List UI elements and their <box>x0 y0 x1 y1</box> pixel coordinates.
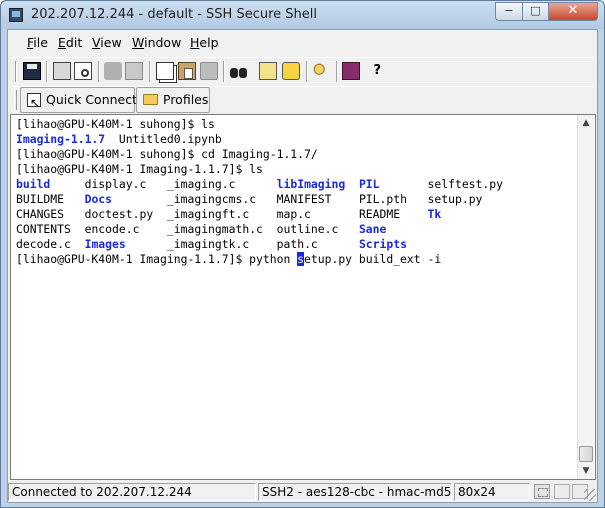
directory-entry: Scripts <box>358 237 407 251</box>
terminal-line: BUILDME Docs _imagingcms.c MANIFEST PIL.… <box>16 192 483 206</box>
menu-file-rest: ile <box>33 35 48 50</box>
toolbar-grip <box>15 61 17 82</box>
directory-entry: Imaging-1.1.7 <box>16 132 106 146</box>
ssh-app-icon <box>9 8 23 22</box>
menu-window-rest: indow <box>144 35 182 50</box>
profile-settings-icon[interactable] <box>282 62 300 80</box>
menu-help-mnemonic: H <box>190 35 200 50</box>
menu-edit-rest: dit <box>65 35 83 50</box>
menu-window-mnemonic: W <box>132 35 145 50</box>
menu-edit[interactable]: Edit <box>58 35 82 50</box>
menu-help-rest: elp <box>199 35 219 50</box>
quick-connect-label: Quick Connect <box>46 92 138 107</box>
save-icon[interactable] <box>23 62 41 80</box>
toolbar-separator <box>46 61 48 82</box>
vertical-scrollbar[interactable]: ▲ ▼ <box>577 115 594 479</box>
toolbar-separator <box>149 61 151 82</box>
menu-view-rest: iew <box>100 35 122 50</box>
menu-window[interactable]: Window <box>132 35 181 50</box>
terminal-size: 80x24 <box>454 483 530 501</box>
terminal-line: CONTENTS encode.c _imagingmath.c outline… <box>16 222 387 236</box>
title-bar[interactable]: 202.207.12.244 - default - SSH Secure Sh… <box>1 1 604 29</box>
toolbar-separator <box>306 61 308 82</box>
close-button[interactable]: ✕ <box>548 2 598 21</box>
copy-icon[interactable] <box>156 62 174 80</box>
terminal-line: [lihao@GPU-K40M-1 suhong]$ ls <box>16 117 215 131</box>
toolbar-separator <box>223 61 225 82</box>
directory-entry: Tk <box>427 207 442 221</box>
ssh-window: 202.207.12.244 - default - SSH Secure Sh… <box>0 0 605 508</box>
profiles-button[interactable]: Profiles <box>136 87 210 113</box>
menu-edit-mnemonic: E <box>58 35 66 50</box>
profiles-label: Profiles <box>163 92 209 107</box>
terminal-line: CHANGES doctest.py _imagingft.c map.c RE… <box>16 207 442 221</box>
quick-connect-bar: Quick Connect Profiles <box>12 86 593 115</box>
scroll-up-icon[interactable]: ▲ <box>578 115 594 131</box>
client-area: File Edit View Window Help ? ↖Quick Conn… <box>7 29 598 503</box>
terminal-line: [lihao@GPU-K40M-1 Imaging-1.1.7]$ ls <box>16 162 263 176</box>
terminal-output: [lihao@GPU-K40M-1 suhong]$ ls Imaging-1.1… <box>16 117 503 267</box>
status-panel-icon <box>554 484 570 499</box>
print-preview-icon[interactable] <box>74 62 92 80</box>
connect-icon[interactable] <box>125 62 143 80</box>
print-icon[interactable] <box>53 62 71 80</box>
terminal-cursor: s <box>297 252 305 266</box>
paste-disabled-icon[interactable] <box>200 62 218 80</box>
menu-view[interactable]: View <box>92 35 122 50</box>
scrollbar-thumb[interactable] <box>579 446 593 462</box>
terminal-line: [lihao@GPU-K40M-1 Imaging-1.1.7]$ python… <box>16 252 442 266</box>
settings-icon[interactable] <box>259 62 277 80</box>
terminal-line: decode.c Images _imagingtk.c path.c Scri… <box>16 237 407 251</box>
menu-help[interactable]: Help <box>190 35 219 50</box>
quick-connect-icon <box>27 91 41 115</box>
help-book-icon[interactable] <box>342 62 360 80</box>
menu-file[interactable]: File <box>27 35 48 50</box>
security-lock-icon <box>534 484 550 499</box>
directory-entry: libImaging <box>276 177 346 191</box>
terminal-view[interactable]: [lihao@GPU-K40M-1 suhong]$ ls Imaging-1.1… <box>10 114 596 480</box>
quick-connect-button[interactable]: Quick Connect <box>20 87 138 115</box>
directory-entry: Docs <box>84 192 113 206</box>
terminal-line: [lihao@GPU-K40M-1 suhong]$ cd Imaging-1.… <box>16 147 318 161</box>
keys-icon[interactable] <box>312 62 330 80</box>
disconnected-icon[interactable] <box>104 62 122 80</box>
toolbar-separator <box>98 61 100 82</box>
directory-entry: build <box>16 177 51 191</box>
window-title: 202.207.12.244 - default - SSH Secure Sh… <box>31 7 317 22</box>
resize-grip-icon[interactable] <box>584 489 596 501</box>
toolbar-separator <box>336 61 338 82</box>
status-bar: Connected to 202.207.12.244 SSH2 - aes12… <box>8 481 597 502</box>
quickbar-grip <box>14 90 17 110</box>
directory-entry: Sane <box>358 222 387 236</box>
minimize-button[interactable]: − <box>495 2 523 21</box>
encryption-status: SSH2 - aes128-cbc - hmac-md5 <box>258 483 452 501</box>
terminal-line: Imaging-1.1.7 Untitled0.ipynb <box>16 132 222 146</box>
scroll-down-icon[interactable]: ▼ <box>578 463 594 479</box>
whats-this-icon[interactable]: ? <box>363 62 381 80</box>
toolbar: ? <box>12 57 593 87</box>
directory-entry: Images <box>84 237 126 251</box>
find-icon[interactable] <box>230 62 248 80</box>
directory-entry: PIL <box>358 177 380 191</box>
connection-status: Connected to 202.207.12.244 <box>8 483 256 501</box>
menu-bar: File Edit View Window Help <box>8 30 597 54</box>
folder-icon <box>143 94 158 105</box>
terminal-line: build display.c _imaging.c libImaging PI… <box>16 177 503 191</box>
maximize-button[interactable]: □ <box>522 2 549 21</box>
paste-icon[interactable] <box>178 62 196 80</box>
